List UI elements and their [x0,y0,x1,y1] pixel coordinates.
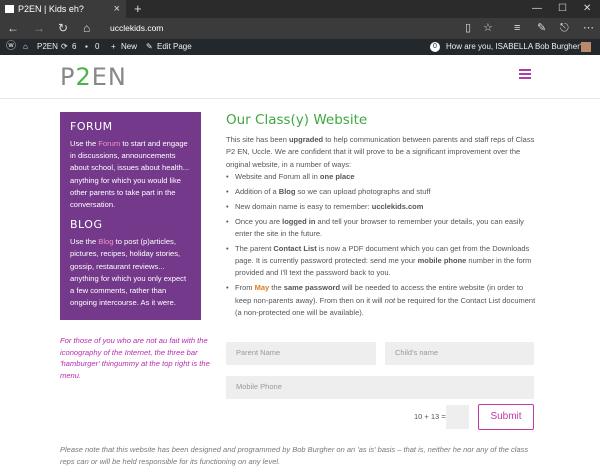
more-icon[interactable]: ⋯ [583,18,594,39]
home-icon[interactable]: ⌂ [83,18,90,39]
list-item: Addition of a Blog so we can upload phot… [226,186,538,199]
comments-count[interactable]: 0 [95,39,99,55]
notification-count[interactable]: 0 [430,42,440,52]
wordpress-icon[interactable]: ⓦ [6,39,16,55]
reading-view-icon[interactable]: ▯ [465,18,471,39]
dashboard-icon[interactable]: ⌂ [23,39,28,55]
window-close-icon[interactable]: ✕ [583,0,591,18]
blog-heading: BLOG [70,218,103,232]
captcha-input[interactable] [446,405,469,429]
disclaimer-note: Please note that this website has been d… [60,445,529,467]
logo-en: EN [91,63,127,91]
close-tab-icon[interactable]: × [114,0,120,18]
forum-heading: FORUM [70,120,113,133]
logo-2: 2 [75,63,92,91]
favicon-icon [5,5,14,13]
list-item: Website and Forum all in one place [226,171,538,184]
blog-text: Use the Blog to post (p)articles, pictur… [70,237,187,308]
wp-admin-bar: ⓦ ⌂ P2EN ⟳ 6 ▪ 0 + New ✎ Edit Page 0 How… [0,39,600,55]
hub-icon[interactable]: ≡ [514,18,520,39]
admin-site-name[interactable]: P2EN [37,39,58,55]
edit-pencil-icon[interactable]: ✎ [146,39,153,55]
page-title: Our Class(y) Website [226,112,368,128]
hamburger-menu-icon[interactable] [519,69,531,79]
new-tab-icon[interactable]: + [134,0,142,18]
browser-tab-bar: P2EN | Kids eh? × + — ☐ ✕ [0,0,600,18]
list-item: From May the same password will be neede… [226,282,538,319]
hamburger-note: For those of you who are not au fait wit… [60,336,210,380]
site-header: P2EN [0,55,600,99]
list-item: New domain name is easy to remember: ucc… [226,201,538,214]
maximize-icon[interactable]: ☐ [558,0,567,18]
mobile-phone-field[interactable]: Mobile Phone [226,376,534,399]
sidebar-box: FORUM Use the Forum to start and engage … [60,112,201,320]
forward-icon[interactable]: → [33,18,45,39]
updates-count[interactable]: 6 [72,39,76,55]
list-item: Once you are logged in and tell your bro… [226,216,538,241]
parent-name-field[interactable]: Parent Name [226,342,376,365]
new-plus-icon[interactable]: + [111,39,116,55]
user-avatar[interactable] [581,42,591,52]
web-note-icon[interactable]: ✎ [537,18,546,39]
blog-link[interactable]: Blog [98,237,113,246]
site-logo[interactable]: P2EN [60,63,127,91]
browser-tab[interactable]: P2EN | Kids eh? × [0,0,126,18]
forum-text: Use the Forum to start and engage in dis… [70,139,190,210]
submit-button[interactable]: Submit [478,404,534,430]
browser-nav-bar: ← → ↻ ⌂ ucclekids.com ▯ ☆ ≡ ✎ ⎋ ⋯ [0,18,600,39]
captcha-question: 10 + 13 = [414,412,446,421]
feature-list: Website and Forum all in one place Addit… [226,171,538,322]
refresh-icon[interactable]: ↻ [58,18,68,39]
favorite-star-icon[interactable]: ☆ [483,18,493,39]
greeting[interactable]: How are you, ISABELLA Bob Burgher? [446,39,584,55]
back-icon[interactable]: ← [7,18,19,39]
new-content-link[interactable]: New [121,39,137,55]
child-name-field[interactable]: Child's name [385,342,534,365]
tab-title: P2EN | Kids eh? [18,4,84,14]
share-icon[interactable]: ⎋ [560,18,569,39]
updates-icon[interactable]: ⟳ [61,39,68,55]
logo-p: P [60,63,76,91]
comments-icon[interactable]: ▪ [85,39,88,55]
edit-page-link[interactable]: Edit Page [157,39,192,55]
address-bar[interactable]: ucclekids.com [110,21,163,36]
list-item: The parent Contact List is now a PDF doc… [226,243,538,280]
minimize-icon[interactable]: — [532,0,542,18]
intro-paragraph: This site has been upgraded to help comm… [226,135,535,169]
forum-link[interactable]: Forum [98,139,120,148]
